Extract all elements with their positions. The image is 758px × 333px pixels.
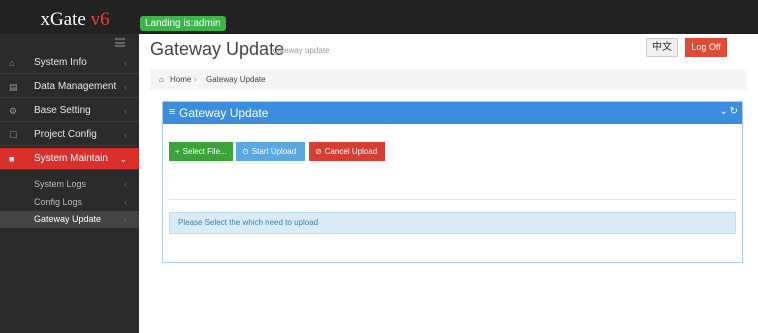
logo-version: v6 xyxy=(90,9,110,30)
chevron-left-icon: ‹ xyxy=(124,82,127,92)
cogs-icon: ⚙ xyxy=(9,106,18,116)
home-icon: ⌂ xyxy=(159,75,164,84)
sidebar-item-base-setting[interactable]: ⚙ Base Setting ‹ xyxy=(0,100,139,122)
sidebar-subitem-gateway-update[interactable]: Gateway Update ‹ xyxy=(0,211,139,228)
landing-badge: Landing is:admin xyxy=(140,16,226,31)
upload-circle-icon: ⊙ xyxy=(242,147,249,156)
divider xyxy=(169,199,736,200)
cancel-upload-button[interactable]: ⊘ Cancel Upload xyxy=(309,142,385,161)
log-off-button[interactable]: Log Off xyxy=(685,38,727,57)
refresh-icon[interactable]: ↻ xyxy=(730,106,738,117)
top-bar: xGate v6 Landing is:admin xyxy=(0,0,758,34)
breadcrumb-separator-icon: › xyxy=(194,75,197,84)
sidebar-item-label: Data Management xyxy=(34,81,117,92)
sidebar-item-system-info[interactable]: ⌂ System Info ‹ xyxy=(0,52,139,74)
cancel-upload-label: Cancel Upload xyxy=(324,147,378,156)
tablet-icon: ☐ xyxy=(9,130,18,140)
menu-icon: ≡ xyxy=(169,106,176,118)
sidebar-item-label: System Maintain xyxy=(34,153,108,164)
sidebar-item-label: System Info xyxy=(34,57,87,68)
sidebar-item-project-config[interactable]: ☐ Project Config ‹ xyxy=(0,124,139,146)
sidebar-item-system-maintain[interactable]: ■ System Maintain ⌄ xyxy=(0,148,139,170)
breadcrumb-home-link[interactable]: Home xyxy=(170,69,191,90)
sidebar-subitem-label: Config Logs xyxy=(34,197,83,207)
sidebar-subitem-label: System Logs xyxy=(34,179,87,189)
sidebar-item-label: Base Setting xyxy=(34,105,91,116)
language-button[interactable]: 中文 xyxy=(646,38,678,57)
logo[interactable]: xGate v6 xyxy=(10,9,140,31)
breadcrumb: ⌂ Home › Gateway Update xyxy=(150,69,747,90)
page-subtitle: gateway update xyxy=(273,46,330,55)
upload-info-message: Please Select the which need to upload xyxy=(169,212,736,234)
start-upload-label: Start Upload xyxy=(251,147,297,156)
chevron-left-icon: ‹ xyxy=(124,179,127,189)
sidebar-toggle-icon[interactable] xyxy=(115,38,125,47)
chevron-left-icon: ‹ xyxy=(124,58,127,68)
start-upload-button[interactable]: ⊙ Start Upload xyxy=(236,142,305,161)
sidebar-subitem-config-logs[interactable]: Config Logs ‹ xyxy=(0,194,139,211)
chevron-left-icon: ‹ xyxy=(124,130,127,140)
page-title: Gateway Update xyxy=(150,39,285,59)
collapse-icon[interactable]: ⌄ xyxy=(720,106,728,117)
sidebar-subitem-label: Gateway Update xyxy=(34,214,102,224)
sidebar: ⌂ System Info ‹ ▤ Data Management ‹ ⚙ Ba… xyxy=(0,34,139,333)
chart-icon: ▤ xyxy=(9,82,18,92)
chevron-left-icon: ‹ xyxy=(124,197,127,207)
chevron-down-icon: ⌄ xyxy=(119,154,127,164)
sidebar-item-data-management[interactable]: ▤ Data Management ‹ xyxy=(0,76,139,98)
select-file-button[interactable]: + Select File... xyxy=(169,142,233,161)
select-file-label: Select File... xyxy=(182,147,227,156)
breadcrumb-current: Gateway Update xyxy=(206,75,266,84)
briefcase-icon: ■ xyxy=(9,154,15,164)
chevron-left-icon: ‹ xyxy=(124,106,127,116)
panel-title: Gateway Update xyxy=(179,106,269,120)
chevron-left-icon: ‹ xyxy=(124,214,127,224)
gateway-update-panel: ≡ Gateway Update ⌄ ↻ + Select File... ⊙ St… xyxy=(162,101,743,263)
home-icon: ⌂ xyxy=(9,58,15,68)
panel-header: ≡ Gateway Update ⌄ ↻ xyxy=(163,102,742,124)
logo-name: xGate xyxy=(40,9,86,30)
sidebar-item-label: Project Config xyxy=(34,129,97,140)
sidebar-subitem-system-logs[interactable]: System Logs ‹ xyxy=(0,176,139,193)
plus-icon: + xyxy=(175,147,180,156)
ban-icon: ⊘ xyxy=(315,147,322,156)
